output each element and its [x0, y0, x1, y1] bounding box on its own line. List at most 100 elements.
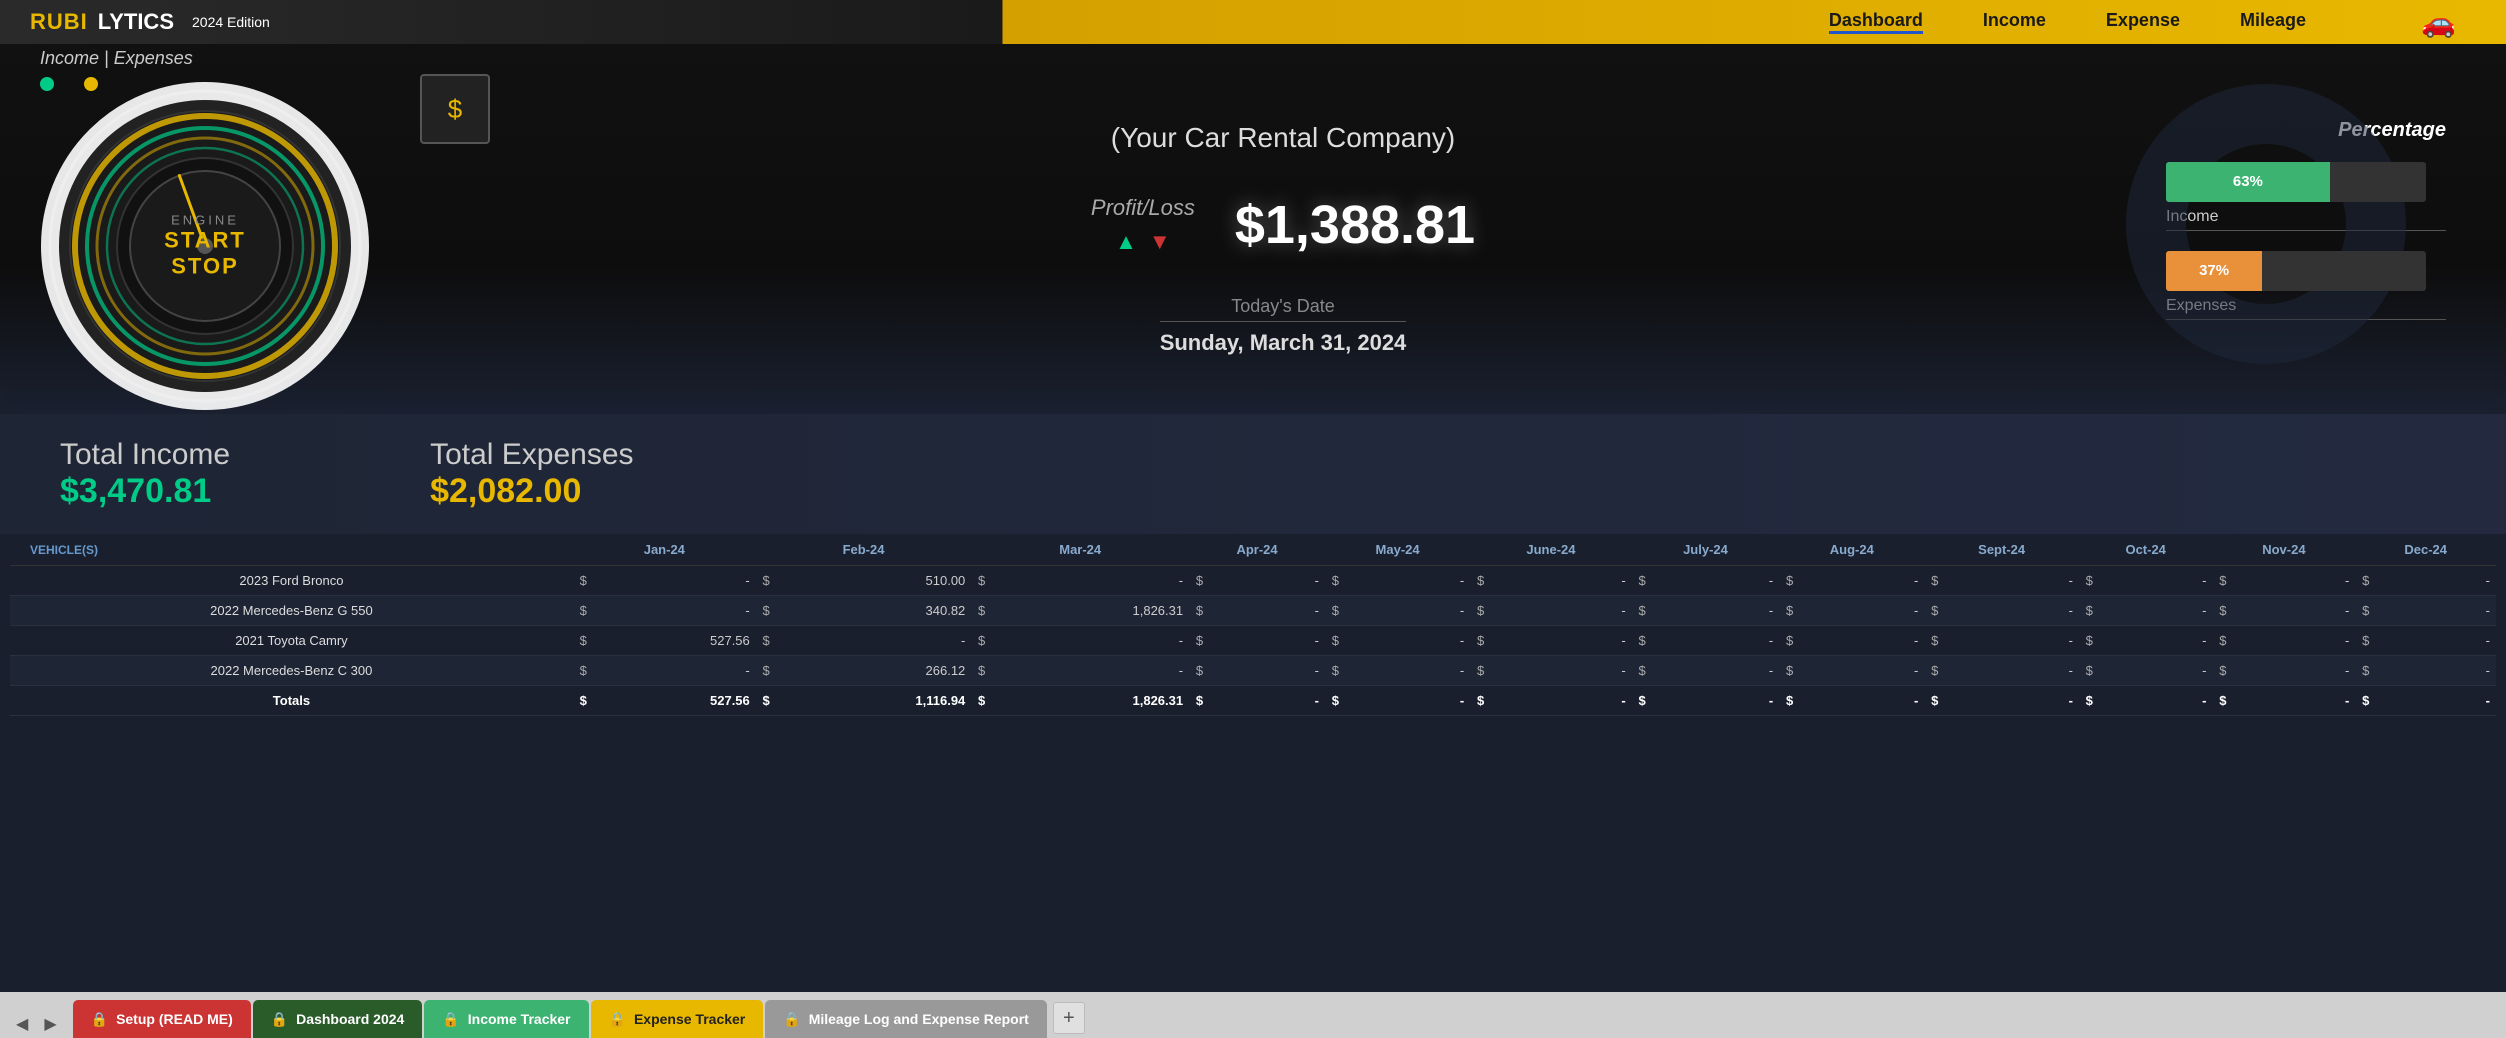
- speedometer[interactable]: ENGINE START STOP: [40, 81, 370, 411]
- col-apr: Apr-24: [1189, 534, 1325, 566]
- tab-income[interactable]: 🔒 Income Tracker: [424, 1000, 588, 1038]
- total-value-cell: -: [1205, 686, 1325, 716]
- tab-mileage[interactable]: 🔒 Mileage Log and Expense Report: [765, 1000, 1047, 1038]
- profit-loss-label: Profit/Loss ▲ ▼: [1091, 195, 1195, 255]
- profit-value: $1,388.81: [1235, 194, 1475, 256]
- value-cell: -: [1648, 596, 1780, 626]
- vehicle-cell: 2021 Toyota Camry: [10, 626, 573, 656]
- dollar-icon: $: [448, 94, 462, 125]
- value-cell: -: [1795, 596, 1924, 626]
- value-cell: 266.12: [772, 656, 972, 686]
- engine-text[interactable]: ENGINE START STOP: [164, 212, 246, 279]
- dollar-cell: $: [971, 656, 987, 686]
- dollar-cell: $: [1325, 656, 1341, 686]
- value-cell: -: [1486, 596, 1632, 626]
- income-label: Income: [2166, 208, 2446, 231]
- income-lock-icon: 🔒: [442, 1011, 459, 1028]
- dollar-cell: $: [971, 686, 987, 716]
- tab-setup-label: Setup (READ ME): [116, 1011, 233, 1027]
- mileage-lock-icon: 🔒: [783, 1011, 800, 1028]
- value-cell: -: [1795, 566, 1924, 596]
- income-pct-bar: 63%: [2166, 162, 2330, 202]
- dollar-cell: $: [1189, 626, 1205, 656]
- tab-expense[interactable]: 🔒 Expense Tracker: [591, 1000, 764, 1038]
- value-cell: -: [1795, 626, 1924, 656]
- nav-mileage[interactable]: Mileage: [2240, 10, 2306, 34]
- value-cell: -: [589, 566, 756, 596]
- value-cell: -: [987, 566, 1189, 596]
- dollar-cell: $: [2212, 596, 2228, 626]
- dashboard-lock-icon: 🔒: [271, 1011, 288, 1028]
- car-icon: 🚗: [2421, 6, 2456, 39]
- dollar-cell: $: [756, 656, 772, 686]
- value-cell: -: [1341, 626, 1470, 656]
- dollar-cell: $: [2079, 686, 2095, 716]
- col-vehicle: VEHICLE(S): [10, 534, 573, 566]
- value-cell: -: [589, 656, 756, 686]
- value-cell: -: [1795, 656, 1924, 686]
- dollar-cell: $: [1632, 626, 1648, 656]
- brand: RUBILYTICS 2024 Edition: [30, 9, 270, 35]
- dollar-cell: $: [1325, 626, 1341, 656]
- expenses-pct-bar-container: 37%: [2166, 251, 2426, 291]
- total-value-cell: -: [2095, 686, 2213, 716]
- dollar-cell: $: [1632, 596, 1648, 626]
- value-cell: 527.56: [589, 626, 756, 656]
- table-row: 2022 Mercedes-Benz G 550$-$340.82$1,826.…: [10, 596, 2496, 626]
- dollar-cell: $: [2079, 626, 2095, 656]
- total-value-cell: 1,826.31: [987, 686, 1189, 716]
- dollar-cell: $: [1470, 626, 1486, 656]
- total-value-cell: 1,116.94: [772, 686, 972, 716]
- table-row: 2021 Toyota Camry$527.56$-$-$-$-$-$-$-$-…: [10, 626, 2496, 656]
- value-cell: -: [2371, 566, 2496, 596]
- engine-label: ENGINE: [164, 212, 246, 227]
- col-feb: Feb-24: [756, 534, 972, 566]
- dollar-cell: $: [1924, 686, 1940, 716]
- setup-lock-icon: 🔒: [91, 1011, 108, 1028]
- tab-setup[interactable]: 🔒 Setup (READ ME): [73, 1000, 251, 1038]
- dollar-icon-box[interactable]: $: [420, 74, 490, 144]
- col-jan: Jan-24: [573, 534, 756, 566]
- expenses-pct-group: 37% Expenses: [2166, 251, 2446, 320]
- value-cell: -: [1940, 626, 2079, 656]
- dollar-cell: $: [1325, 686, 1341, 716]
- nav-links: Dashboard Income Expense Mileage: [1829, 10, 2306, 34]
- dollar-cell: $: [1189, 686, 1205, 716]
- dollar-cell: $: [2079, 596, 2095, 626]
- total-value-cell: -: [1486, 686, 1632, 716]
- profit-loss-row: Profit/Loss ▲ ▼ $1,388.81: [1091, 194, 1475, 256]
- nav-dashboard[interactable]: Dashboard: [1829, 10, 1923, 34]
- dollar-cell: $: [756, 686, 772, 716]
- tab-mileage-label: Mileage Log and Expense Report: [809, 1011, 1029, 1027]
- value-cell: -: [2371, 656, 2496, 686]
- value-cell: -: [1940, 566, 2079, 596]
- tab-add-btn[interactable]: +: [1053, 1002, 1085, 1034]
- tab-prev-btn[interactable]: ◀: [10, 1010, 34, 1038]
- tab-dashboard[interactable]: 🔒 Dashboard 2024: [253, 1000, 423, 1038]
- total-expenses-item: Total Expenses $2,082.00: [430, 438, 633, 511]
- percentage-title: Percentage: [2166, 119, 2446, 142]
- dollar-cell: $: [1632, 656, 1648, 686]
- nav-income[interactable]: Income: [1983, 10, 2046, 34]
- value-cell: -: [2228, 626, 2355, 656]
- value-cell: 510.00: [772, 566, 972, 596]
- dollar-cell: $: [1779, 566, 1795, 596]
- col-dec: Dec-24: [2355, 534, 2496, 566]
- value-cell: -: [1205, 566, 1325, 596]
- center-info: (Your Car Rental Company) Profit/Loss ▲ …: [420, 102, 2146, 356]
- value-cell: -: [1940, 656, 2079, 686]
- nav-expense[interactable]: Expense: [2106, 10, 2180, 34]
- table-section: VEHICLE(S) Jan-24 Feb-24 Mar-24 Apr-24 M…: [0, 534, 2506, 716]
- tab-expense-label: Expense Tracker: [634, 1011, 745, 1027]
- value-cell: -: [1648, 566, 1780, 596]
- value-cell: 340.82: [772, 596, 972, 626]
- dollar-cell: $: [1779, 686, 1795, 716]
- value-cell: -: [2095, 656, 2213, 686]
- total-value-cell: -: [1940, 686, 2079, 716]
- brand-lytics: LYTICS: [98, 9, 174, 35]
- tab-next-btn[interactable]: ▶: [38, 1010, 62, 1038]
- dollar-cell: $: [1325, 566, 1341, 596]
- dollar-cell: $: [971, 626, 987, 656]
- col-may: May-24: [1325, 534, 1470, 566]
- dollar-cell: $: [1632, 686, 1648, 716]
